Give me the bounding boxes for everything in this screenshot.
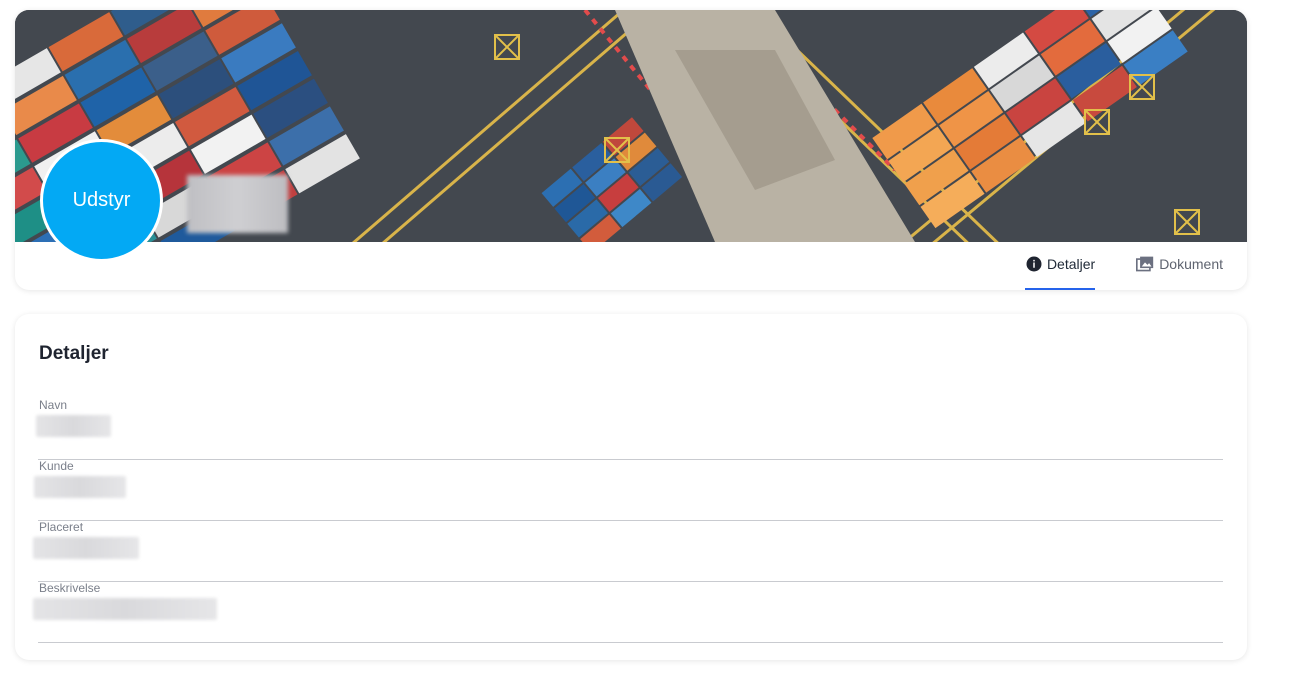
field-placeret[interactable]: Placeret [33, 520, 1223, 582]
avatar-label: Udstyr [72, 189, 131, 211]
tab-bar: Detaljer Dokument [1024, 242, 1223, 290]
tab-dokument-label: Dokument [1159, 256, 1223, 272]
field-beskrivelse[interactable]: Beskrivelse [33, 581, 1223, 643]
photo-library-icon [1135, 255, 1155, 273]
tab-detaljer-label: Detaljer [1046, 256, 1096, 272]
field-navn[interactable]: Navn [36, 398, 1223, 460]
field-label: Placeret [39, 520, 84, 534]
equipment-header-card: Udstyr Detaljer Dokument [15, 10, 1247, 290]
field-label: Navn [39, 398, 68, 412]
redacted-field-value [33, 537, 139, 559]
tab-dokument[interactable]: Dokument [1135, 242, 1223, 290]
info-circle-icon [1025, 255, 1043, 273]
field-label: Beskrivelse [39, 581, 101, 595]
field-kunde[interactable]: Kunde [34, 459, 1223, 521]
details-title: Detaljer [39, 343, 109, 364]
redacted-field-value [33, 598, 217, 620]
redacted-equipment-name [187, 175, 288, 233]
tab-detaljer[interactable]: Detaljer [1024, 242, 1096, 290]
details-card: Detaljer Navn Kunde Placeret Beskrivelse [15, 314, 1247, 660]
redacted-field-value [36, 415, 111, 437]
redacted-field-value [34, 476, 126, 498]
field-label: Kunde [39, 459, 74, 473]
avatar: Udstyr [40, 139, 163, 262]
